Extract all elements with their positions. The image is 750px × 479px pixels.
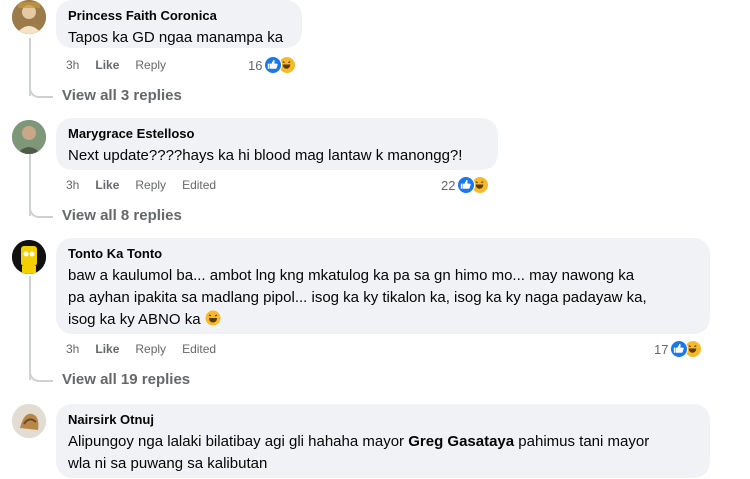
avatar[interactable] xyxy=(12,120,46,154)
like-button[interactable]: Like xyxy=(95,178,119,192)
avatar[interactable] xyxy=(12,404,46,438)
comment-text: Next update????hays ka hi blood mag lant… xyxy=(68,147,463,164)
like-button[interactable]: Like xyxy=(95,58,119,72)
like-reaction-icon xyxy=(670,340,689,358)
comment-time[interactable]: 3h xyxy=(66,178,79,192)
view-replies-link[interactable]: View all 8 replies xyxy=(62,206,182,226)
mentioned-name-link[interactable]: Greg Gasataya xyxy=(408,433,514,450)
comment-time[interactable]: 3h xyxy=(66,342,79,356)
laughing-emoji-icon xyxy=(205,310,221,333)
view-replies-link[interactable]: View all 19 replies xyxy=(62,370,190,390)
comment-text-line: wla ni sa puwang sa kalibutan xyxy=(68,455,268,472)
comment-text-segment: Alipungoy nga lalaki bilatibay agi gli h… xyxy=(68,433,409,450)
reaction-summary[interactable]: 22 xyxy=(441,176,490,194)
comment-text-line: Alipungoy nga lalaki bilatibay agi gli h… xyxy=(68,431,698,453)
like-button[interactable]: Like xyxy=(95,342,119,356)
comment-author[interactable]: Tonto Ka Tonto xyxy=(68,245,698,262)
reaction-summary[interactable]: 17 xyxy=(654,340,703,358)
like-reaction-icon xyxy=(457,176,476,194)
avatar-image-icon xyxy=(12,240,46,274)
avatar[interactable] xyxy=(12,240,46,274)
comment-time[interactable]: 3h xyxy=(66,58,79,72)
comment-author[interactable]: Princess Faith Coronica xyxy=(68,7,290,24)
reaction-count: 22 xyxy=(441,177,456,193)
avatar-image-icon xyxy=(12,0,46,34)
comment-actions: 3h Like Reply Edited xyxy=(66,177,232,193)
reply-button[interactable]: Reply xyxy=(135,342,166,356)
comment-text-line: pa ayhan ipakita sa madlang pipol... iso… xyxy=(68,289,647,306)
comment-text-segment: pahimus tani mayor xyxy=(514,433,650,450)
comment-actions: 3h Like Reply xyxy=(66,57,182,73)
view-replies-link[interactable]: View all 3 replies xyxy=(62,86,182,106)
comment-author[interactable]: Nairsirk Otnuj xyxy=(68,411,698,428)
thread-connector xyxy=(29,364,53,382)
reaction-count: 17 xyxy=(654,341,669,357)
avatar-image-icon xyxy=(12,404,46,438)
comment-text-line: isog ka ky ABNO ka xyxy=(68,309,698,333)
reaction-count: 16 xyxy=(248,57,263,73)
reaction-summary[interactable]: 16 xyxy=(248,56,297,74)
thread-connector xyxy=(29,80,53,98)
edited-label: Edited xyxy=(182,342,217,356)
comment-actions: 3h Like Reply Edited xyxy=(66,341,232,357)
comment-text-segment: isog ka ky ABNO ka xyxy=(68,311,201,328)
thread-connector xyxy=(29,200,53,218)
avatar-image-icon xyxy=(12,120,46,154)
comment-bubble: Princess Faith Coronica Tapos ka GD ngaa… xyxy=(56,0,302,48)
comment-bubble: Tonto Ka Tonto baw a kaulumol ba... ambo… xyxy=(56,238,710,334)
like-reaction-icon xyxy=(264,56,283,74)
avatar[interactable] xyxy=(12,0,46,34)
comment-text: Tapos ka GD ngaa manampa ka xyxy=(68,29,284,46)
comment-bubble: Marygrace Estelloso Next update????hays … xyxy=(56,118,498,170)
edited-label: Edited xyxy=(182,178,217,192)
comment-author[interactable]: Marygrace Estelloso xyxy=(68,125,486,142)
reply-button[interactable]: Reply xyxy=(135,58,166,72)
reply-button[interactable]: Reply xyxy=(135,178,166,192)
comment-text-line: baw a kaulumol ba... ambot lng kng mkatu… xyxy=(68,267,635,284)
comment-bubble: Nairsirk Otnuj Alipungoy nga lalaki bila… xyxy=(56,404,710,478)
